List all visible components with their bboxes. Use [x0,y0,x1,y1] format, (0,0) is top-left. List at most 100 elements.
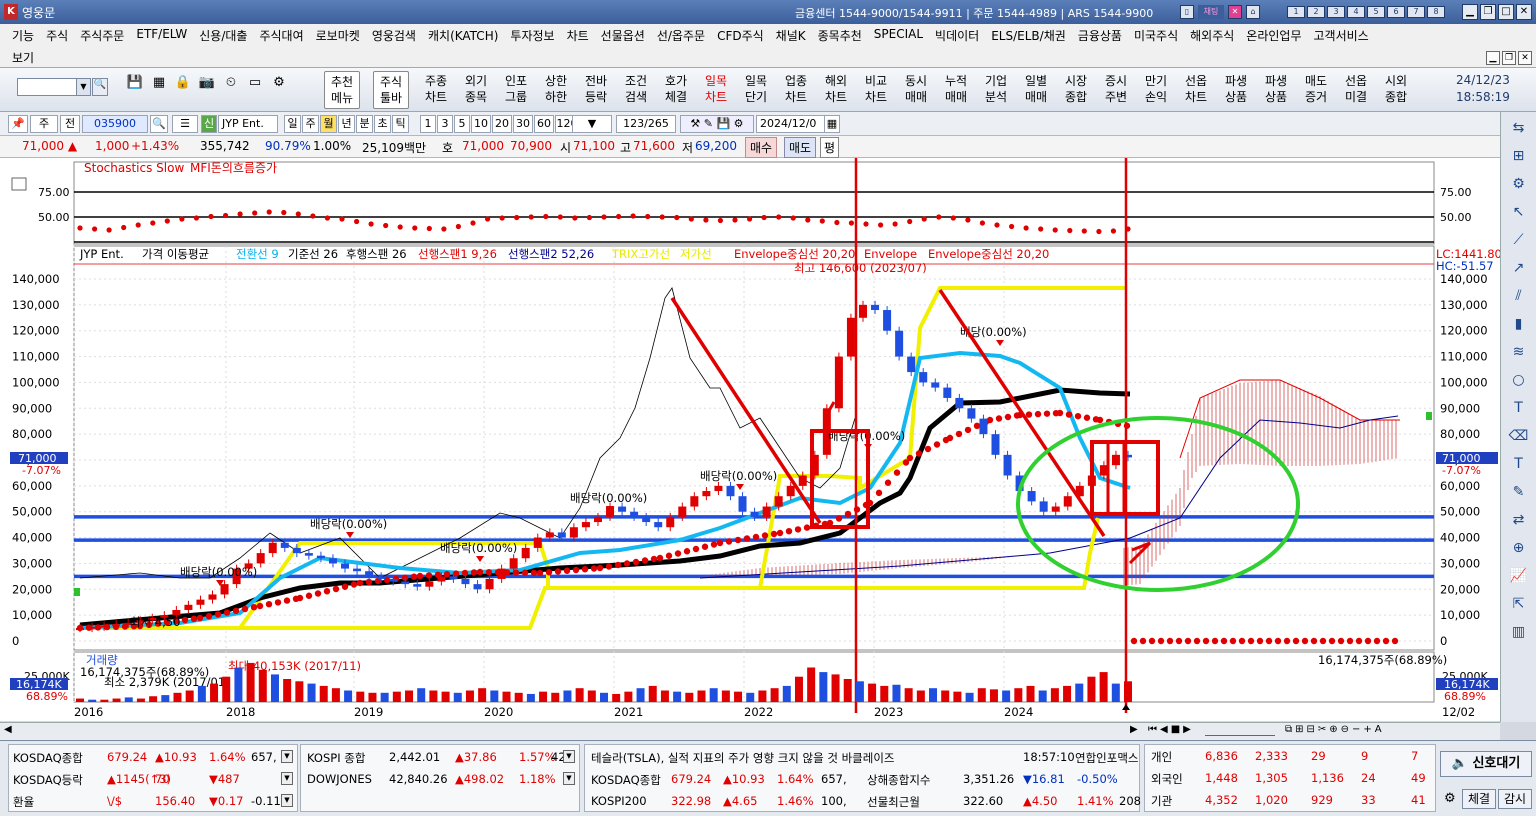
stock-chart[interactable]: Stochastics Slow MFI돈의흐름증가 75.00 50.00 75.00… [0,158,1502,721]
menu-item[interactable]: 주식 [46,27,68,44]
menu-item[interactable]: 차트 [567,27,589,44]
close-icon[interactable]: ✕ [1516,4,1532,20]
toolbar-button[interactable]: 일목 단기 [738,71,774,109]
interval-button[interactable]: 1 [420,115,436,133]
search-icon[interactable]: 🔍 [150,115,168,133]
ticker-row[interactable]: KOSDAQ등락 ▲1145(↑3) 70 ▼487 ▼ [13,769,293,789]
screen-5-button[interactable]: 5 [1367,6,1385,18]
avg-button[interactable]: 평 [820,137,840,158]
interval-button[interactable]: 10 [471,115,491,133]
total-toggle[interactable]: 전 [60,115,80,133]
home-icon[interactable]: ⌂ [1246,5,1260,19]
screen-4-button[interactable]: 4 [1347,6,1365,18]
interval-button[interactable]: 5 [454,115,470,133]
period-select[interactable]: 주 [30,115,58,133]
calendar-icon[interactable]: ▦ [824,115,840,133]
trendline-icon[interactable]: ⟋ [1507,228,1531,252]
menu-item[interactable]: 선물옵션 [601,27,645,44]
toolbar-button[interactable]: 상한 하한 [538,71,574,109]
text-icon[interactable]: T [1507,396,1531,420]
ticker-row[interactable]: 선물최근월 322.60 ▲4.50 1.41% 208 [867,791,1141,811]
menu-item[interactable]: 로보마켓 [316,27,360,44]
ticker-row[interactable]: 환율 \/$ 156.40 ▼0.17 -0.11% ▼ [13,791,293,811]
toolbar-button[interactable]: 비교 차트 [858,71,894,109]
menu-item[interactable]: 선/옵주문 [657,27,705,44]
screen-number-combo[interactable]: ▼ [17,78,91,96]
chevron-down-icon[interactable]: ▼ [76,79,90,95]
zoom-icon[interactable]: ⊕ [1507,536,1531,560]
menu-item-view[interactable]: 보기 [12,49,34,66]
toolbar-button[interactable]: 시외 종합 [1378,71,1414,109]
chart-scrollbar[interactable]: ◀ ▶ ⏮◀■▶ ⧉⊞⊟✂⊕⊖−+A [0,722,1500,740]
toolbar-button[interactable]: 해외 차트 [818,71,854,109]
watch-button[interactable]: 감시 [1498,789,1532,809]
zoom-slider[interactable] [1205,726,1275,736]
search-icon[interactable]: 🔍 [92,78,108,96]
menu-item[interactable]: CFD주식 [717,27,764,44]
period-button[interactable]: 일 [284,115,301,133]
list-icon[interactable]: ☰ [172,115,198,133]
toolbar-button[interactable]: 기업 분석 [978,71,1014,109]
toolbar-button[interactable]: 조건 검색 [618,71,654,109]
toolbar-button[interactable]: 파생 상품 [1258,71,1294,109]
menu-item[interactable]: ELS/ELB/채권 [991,27,1066,44]
screen-6-button[interactable]: 6 [1387,6,1405,18]
scroll-right-icon[interactable]: ▶ [1130,724,1138,735]
screen-1-button[interactable]: 1 [1287,6,1305,18]
toolbar-button[interactable]: 주식 툴바 [373,71,409,109]
toolbar-button[interactable]: 선옵 미결 [1338,71,1374,109]
circle-icon[interactable]: ○ [1507,368,1531,392]
buy-button[interactable]: 매수 [745,137,778,158]
interval-button[interactable]: 20 [492,115,512,133]
toolbar-button[interactable]: 파생 상품 [1218,71,1254,109]
chart-area[interactable]: Stochastics Slow MFI돈의흐름증가 75.00 50.00 75.00… [0,158,1502,721]
interval-button[interactable]: 60 [534,115,554,133]
toolbar-button[interactable]: 전바 등락 [578,71,614,109]
toolbar-button[interactable]: 일목 차트 [698,71,734,109]
menu-item[interactable]: 투자정보 [510,27,554,44]
toolbar-button[interactable]: 외기 종목 [458,71,494,109]
ray-icon[interactable]: ↗ [1507,256,1531,280]
trade-button[interactable]: 체결 [1462,789,1496,809]
settings-gear-icon[interactable]: ⚙ [270,74,288,92]
chevron-down-icon[interactable]: ▼ [281,750,293,763]
menu-item[interactable]: 해외주식 [1190,27,1234,44]
toolbar-button[interactable]: 추천 메뉴 [324,71,360,109]
menu-item[interactable]: 온라인업무 [1246,27,1301,44]
channel-icon[interactable]: ⫽ [1507,284,1531,308]
toolbar-button[interactable]: 선옵 차트 [1178,71,1214,109]
screen-3-button[interactable]: 3 [1327,6,1345,18]
chat-button[interactable]: 채팅 [1198,5,1224,19]
menu-item[interactable]: 채널K [776,27,806,44]
fibonacci-icon[interactable]: ≋ [1507,340,1531,364]
screen-save-icon[interactable]: ▦ [150,74,168,92]
chevron-down-icon[interactable]: ▼ [281,772,293,785]
stock-code-input[interactable]: 035900 [82,115,148,133]
phone-icon[interactable]: ▯ [1180,5,1194,19]
menu-item[interactable]: 고객서비스 [1314,27,1369,44]
text-tool-icon[interactable]: T [1507,452,1531,476]
toolbar-button[interactable]: 주종 차트 [418,71,454,109]
toolbar-button[interactable]: 누적 매매 [938,71,974,109]
playback-controls[interactable]: ⏮◀■▶ [1148,724,1194,735]
news-headline[interactable]: 테슬라(TSLA), 실적 지표의 주가 영향 크지 않을 것 바클레이즈 [591,750,895,766]
cursor-icon[interactable]: ↖ [1507,200,1531,224]
restore-icon[interactable]: ❐ [1480,4,1496,20]
pin-icon[interactable]: 📌 [8,115,28,133]
export-icon[interactable]: ⇱ [1507,592,1531,616]
chevron-down-icon[interactable]: ▼ [281,794,293,807]
news-row[interactable]: 테슬라(TSLA), 실적 지표의 주가 영향 크지 않을 것 바클레이즈 18… [589,747,1138,767]
toolbar-button[interactable]: 일별 매매 [1018,71,1054,109]
period-button[interactable]: 초 [374,115,391,133]
period-button[interactable]: 분 [356,115,373,133]
menu-item[interactable]: 영웅검색 [372,27,416,44]
menu-item[interactable]: 주식대여 [259,27,303,44]
period-button[interactable]: 틱 [392,115,409,133]
ticker-row[interactable]: 상해종합지수 3,351.26 ▼16.81 -0.50% [867,769,1137,789]
bars-icon[interactable]: ▥ [1507,620,1531,644]
lock-icon[interactable]: 🔒 [174,74,192,92]
chevron-down-icon[interactable]: ▼ [563,772,575,785]
menu-item[interactable]: 미국주식 [1134,27,1178,44]
chart-tools[interactable]: ⚒ ✎ 💾 ⚙ [680,115,754,133]
monitor-icon[interactable]: ▭ [246,74,264,92]
